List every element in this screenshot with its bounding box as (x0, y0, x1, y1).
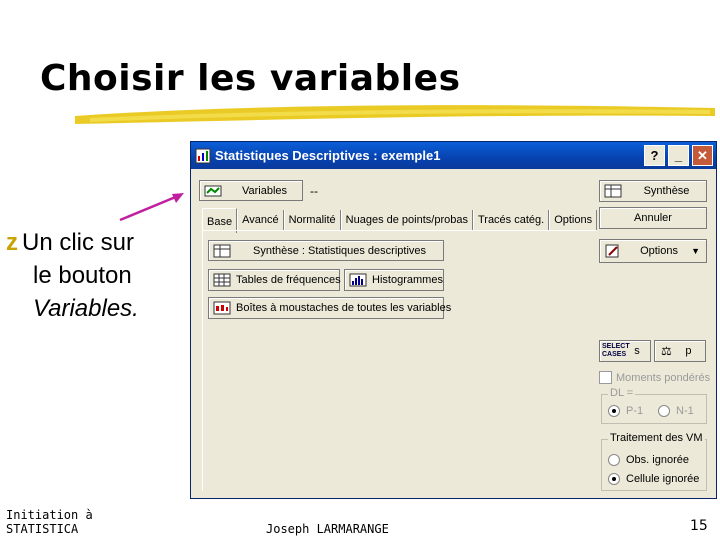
summary-table-icon (604, 184, 622, 198)
synthese-button[interactable]: Synthèse (599, 180, 707, 202)
dl-option-p1[interactable]: P-1 (608, 405, 643, 417)
tab-avance[interactable]: Avancé (237, 210, 284, 230)
boxplot-icon (213, 301, 231, 315)
options-label: Options (640, 245, 678, 257)
footer-author: Joseph LARMARANGE (266, 522, 389, 536)
stats-dialog-window: Statistiques Descriptives : exemple1 ? _… (190, 141, 717, 499)
grid-table-icon (213, 273, 231, 287)
tab-options[interactable]: Options (549, 210, 598, 230)
radio-dot (608, 405, 620, 417)
vm-option-obs[interactable]: Obs. ignorée (608, 454, 689, 466)
s-label: s (634, 345, 640, 357)
slide-title: Choisir les variables (40, 58, 461, 99)
bullet-line-2: le bouton (33, 262, 132, 289)
bullet-line-3: Variables. (33, 295, 139, 322)
vm-group: Traitement des VM Obs. ignorée Cellule i… (601, 432, 707, 491)
moments-label: Moments pondérés (616, 371, 711, 384)
footer-left-line1: Initiation à (6, 508, 93, 522)
help-button[interactable]: ? (644, 145, 665, 166)
histogrammes-button[interactable]: Histogrammes (344, 269, 444, 291)
dl-group: DL = P-1 N-1 (601, 387, 707, 424)
options-dropdown-button[interactable]: Options ▼ (599, 239, 707, 263)
tables-frequences-label: Tables de fréquences (236, 274, 341, 286)
tab-nuages[interactable]: Nuages de points/probas (340, 210, 473, 230)
radio-dot (608, 473, 620, 485)
synthese-stats-label: Synthèse : Statistiques descriptives (252, 244, 427, 257)
footer-left-line2: STATISTICA (6, 522, 79, 536)
tables-frequences-button[interactable]: Tables de fréquences (208, 269, 341, 291)
dl-option-n1[interactable]: N-1 (658, 405, 694, 417)
histogram-icon (349, 273, 367, 287)
footer-course-title: Initiation à STATISTICA (6, 508, 116, 536)
options-icon (605, 244, 619, 258)
tab-traces-categ[interactable]: Tracés catég. (472, 210, 550, 230)
bullet-text: z Un clic sur le bouton Variables. (6, 226, 181, 325)
variables-icon (204, 185, 222, 196)
chevron-down-icon: ▼ (691, 246, 700, 256)
bullet-marker: z (6, 229, 18, 256)
select-cases-button[interactable]: SELECT CASES s (599, 340, 651, 362)
bullet-line-1: Un clic sur (22, 229, 135, 256)
synthese-stats-button[interactable]: Synthèse : Statistiques descriptives (208, 240, 444, 261)
dl-option-n1-label: N-1 (676, 405, 694, 417)
boites-moustaches-label: Boîtes à moustaches de toutes les variab… (236, 302, 452, 314)
boites-moustaches-button[interactable]: Boîtes à moustaches de toutes les variab… (208, 297, 451, 319)
weight-icon: ⚖ (661, 344, 672, 358)
synthese-label: Synthèse (643, 185, 690, 197)
checkbox-box (599, 371, 612, 384)
title-underline-decoration (75, 105, 715, 124)
annuler-label: Annuler (634, 212, 672, 224)
tab-normalite[interactable]: Normalité (283, 210, 341, 230)
close-button[interactable]: ✕ (692, 145, 713, 166)
vm-option-obs-label: Obs. ignorée (626, 454, 689, 466)
vm-option-cellule[interactable]: Cellule ignorée (608, 473, 699, 485)
histogrammes-label: Histogrammes (372, 274, 443, 286)
tab-strip: Base Avancé Normalité Nuages de points/p… (202, 208, 598, 233)
vm-option-cellule-label: Cellule ignorée (626, 473, 700, 485)
radio-dot (658, 405, 670, 417)
minimize-button[interactable]: _ (668, 145, 689, 166)
select-cases-label: SELECT CASES (602, 343, 630, 358)
variables-label: Variables (241, 184, 288, 197)
variables-value: -- (310, 184, 318, 198)
summary-table-icon (213, 244, 231, 257)
p-label: p (685, 345, 692, 357)
window-title: Statistiques Descriptives : exemple1 (215, 148, 441, 163)
page-number: 15 (690, 518, 708, 534)
dl-group-label: DL = (608, 387, 636, 399)
variables-button[interactable]: Variables (199, 180, 303, 201)
moments-ponderes-checkbox[interactable]: Moments pondérés (599, 371, 710, 384)
weight-button[interactable]: ⚖ p (654, 340, 706, 362)
annuler-button[interactable]: Annuler (599, 207, 707, 229)
dl-option-p1-label: P-1 (626, 405, 644, 417)
app-chart-icon (195, 148, 211, 163)
vm-group-label: Traitement des VM (608, 432, 705, 444)
window-titlebar[interactable]: Statistiques Descriptives : exemple1 ? _… (191, 142, 716, 169)
radio-dot (608, 454, 620, 466)
